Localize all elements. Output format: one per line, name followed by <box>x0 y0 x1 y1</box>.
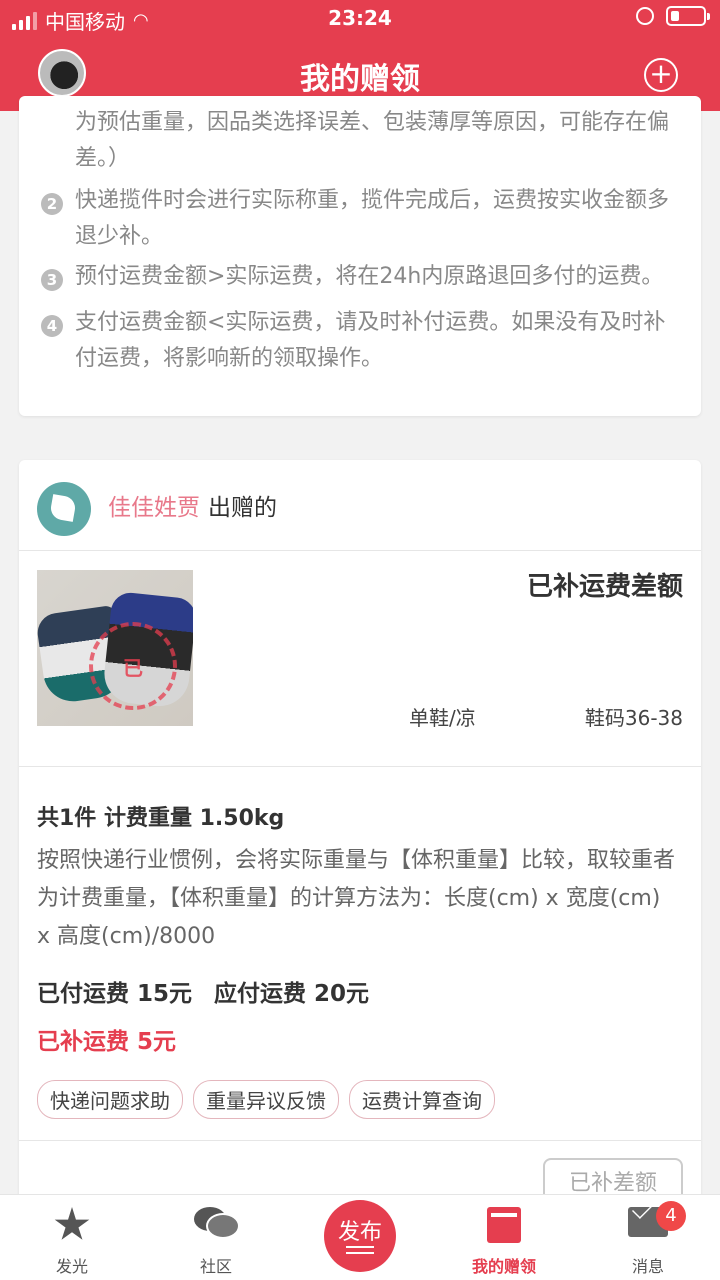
step-number-icon: 4 <box>41 315 63 337</box>
tab-community[interactable]: 社区 <box>144 1195 288 1280</box>
app-header: 中国移动 ◠ 23:24 我的赠领 + <box>0 0 720 111</box>
tab-label: 社区 <box>199 1257 232 1276</box>
order-card[interactable]: 佳佳姓贾 出赠的 已 已补运费差额 单鞋/凉 鞋码36-38 共1件 计费重量 1… <box>19 460 701 1220</box>
publish-button[interactable]: 发布 <box>324 1200 396 1272</box>
donor-name[interactable]: 佳佳姓贾 <box>108 495 200 521</box>
donor-logo-icon <box>37 482 91 536</box>
add-button[interactable]: + <box>644 58 678 92</box>
message-badge: 4 <box>656 1201 686 1231</box>
divider <box>19 766 701 767</box>
battery-icon <box>666 6 710 26</box>
product-category: 单鞋/凉 <box>409 706 476 730</box>
product-image[interactable]: 已 <box>37 570 193 726</box>
donor-line: 佳佳姓贾 出赠的 <box>108 488 277 522</box>
tag-shipping-help[interactable]: 快递问题求助 <box>37 1080 183 1119</box>
note-line: 支付运费金额<实际运费，请及时补付运费。如果没有及时补 <box>75 310 666 335</box>
tag-weight-dispute[interactable]: 重量异议反馈 <box>193 1080 339 1119</box>
donor-suffix: 出赠的 <box>208 495 277 521</box>
weight-summary: 共1件 计费重量 1.50kg <box>37 806 285 831</box>
note-line: 付运费，将影响新的领取操作。 <box>75 346 384 371</box>
chat-icon <box>194 1207 240 1239</box>
stamp-text: 已 <box>123 655 143 680</box>
tab-label: 我的赠领 <box>471 1257 536 1276</box>
page-title: 我的赠领 <box>300 62 420 97</box>
status-right <box>636 6 710 26</box>
note-line: 差。） <box>75 146 131 171</box>
claimed-stamp: 已 <box>89 622 177 710</box>
paid-fee: 已付运费 15元 <box>37 981 193 1007</box>
note-line: 快递揽件时会进行实际称重，揽件完成后，运费按实收金额多 <box>75 188 670 213</box>
publish-label: 发布 <box>337 1220 382 1245</box>
due-fee: 应付运费 20元 <box>214 981 370 1007</box>
tab-messages[interactable]: 4 消息 <box>576 1195 720 1280</box>
weight-description: 按照快递行业惯例，会将实际重量与【体积重量】比较，取较重者为计费重量，【体积重量… <box>37 848 676 949</box>
tab-my-gifts[interactable]: 我的赠领 <box>432 1195 576 1280</box>
divider <box>19 1140 701 1141</box>
publish-icon <box>346 1246 374 1254</box>
note-line: 预付运费金额>实际运费，将在24h内原路退回多付的运费。 <box>75 264 664 289</box>
help-tags: 快递问题求助 重量异议反馈 运费计算查询 <box>37 1080 495 1119</box>
tab-shine[interactable]: 发光 <box>0 1195 144 1280</box>
shipping-notes-card: 为预估重量，因品类选择误差、包装薄厚等原因，可能存在偏 差。） 2 快递揽件时会… <box>19 96 701 416</box>
extra-fee: 已补运费 5元 <box>37 1029 177 1055</box>
rotation-lock-icon <box>636 7 654 25</box>
note-line: 为预估重量，因品类选择误差、包装薄厚等原因，可能存在偏 <box>75 110 670 135</box>
tab-label: 消息 <box>631 1257 664 1276</box>
star-icon <box>54 1207 90 1240</box>
status-time: 23:24 <box>328 6 392 30</box>
tab-label: 发光 <box>55 1257 88 1276</box>
step-number-icon: 3 <box>41 269 63 291</box>
plus-icon: + <box>649 57 673 90</box>
product-size: 鞋码36-38 <box>584 706 683 730</box>
note-line: 退少补。 <box>75 224 164 249</box>
status-bar: 中国移动 ◠ 23:24 <box>0 0 720 38</box>
step-number-icon: 2 <box>41 193 63 215</box>
divider <box>19 550 701 551</box>
book-icon <box>487 1207 521 1243</box>
tag-fee-query[interactable]: 运费计算查询 <box>349 1080 495 1119</box>
fee-line: 已付运费 15元 应付运费 20元 <box>37 974 369 1008</box>
order-status: 已补运费差额 <box>526 572 683 602</box>
